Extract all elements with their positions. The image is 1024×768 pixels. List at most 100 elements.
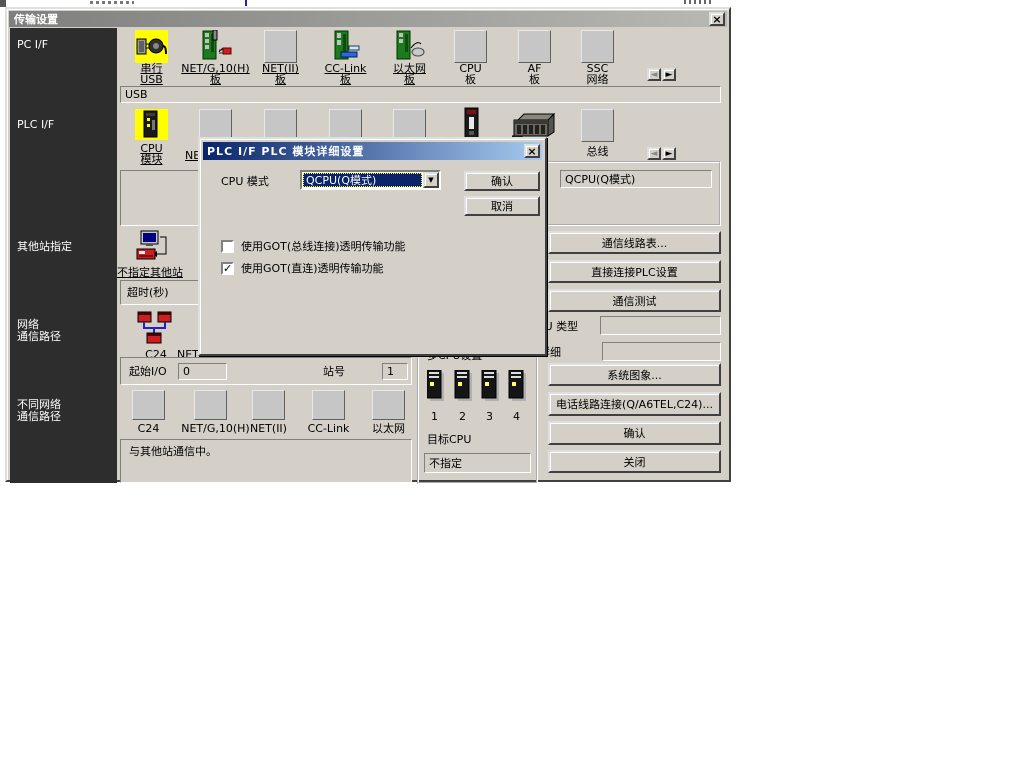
multicpu-towers-glyph bbox=[427, 370, 531, 406]
netg10h-board-icon[interactable] bbox=[199, 30, 232, 63]
screen-artifact bbox=[684, 0, 712, 4]
diff-route-ethernet-label: 以太网 bbox=[352, 423, 425, 434]
got-direct-transparent-label: 使用GOT(直连)透明传输功能 bbox=[241, 263, 383, 274]
ethernet-board-glyph bbox=[393, 30, 426, 63]
network-route-c24-glyph bbox=[136, 310, 176, 346]
station-number-field[interactable]: 1 bbox=[382, 363, 408, 380]
target-cpu-label: 目标CPU bbox=[427, 434, 471, 445]
window-titlebar[interactable]: 传输设置 bbox=[9, 11, 727, 27]
plc-if-scroll-left-icon[interactable]: ◄ bbox=[647, 147, 661, 160]
system-image-button[interactable]: 系统图象... bbox=[548, 363, 721, 386]
transfer-setup-window: 传输设置 × PC I/F PLC I/F 其他站指定 网络 通信路径 不同网络… bbox=[5, 7, 731, 482]
cpu-mode-selected-value: QCPU(Q模式) bbox=[303, 173, 422, 187]
sidebar-label-plc-if: PLC I/F bbox=[17, 118, 54, 131]
dialog-title: PLC I/F PLC 模块详细设置 bbox=[207, 143, 364, 159]
io-station-panel: 起始I/O 0 站号 1 bbox=[120, 357, 412, 385]
got-bus-transparent-label: 使用GOT(总线连接)透明传输功能 bbox=[241, 241, 405, 252]
multicpu-groupbox: 多CPU设置 1 2 3 4 目标CPU 不指定 bbox=[417, 354, 538, 484]
status-panel: 与其他站通信中。 bbox=[120, 439, 412, 483]
sidebar-label-network-route-2: 通信路径 bbox=[17, 330, 61, 343]
serial-usb-label[interactable]: 串行 USB bbox=[115, 63, 188, 85]
close-icon[interactable]: × bbox=[709, 12, 725, 26]
direct-plc-setting-button[interactable]: 直接连接PLC设置 bbox=[548, 260, 721, 283]
no-other-station-link[interactable]: 不指定其他站 bbox=[117, 267, 183, 278]
serial-usb-icon[interactable] bbox=[135, 30, 168, 63]
close-button[interactable]: 关闭 bbox=[548, 450, 721, 473]
sidebar: PC I/F PLC I/F 其他站指定 网络 通信路径 不同网络 通信路径 bbox=[10, 28, 117, 483]
plc-if-detail-dialog: PLC I/F PLC 模块详细设置 × CPU 模式 QCPU(Q模式) ▼ … bbox=[198, 137, 547, 356]
netii-board-label[interactable]: NET(II) 板 bbox=[244, 63, 317, 85]
got-bus-transparent-checkbox[interactable] bbox=[221, 240, 234, 253]
comm-test-button[interactable]: 通信测试 bbox=[548, 289, 721, 312]
screen-artifact bbox=[0, 0, 6, 7]
screen-artifact bbox=[245, 0, 247, 6]
detail-value-field bbox=[602, 342, 721, 361]
cpu-board-label[interactable]: CPU 板 bbox=[434, 63, 507, 85]
plc-netii-module-icon[interactable] bbox=[264, 109, 297, 140]
screen-artifact bbox=[90, 1, 134, 4]
got-direct-transparent-checkbox[interactable]: ✓ bbox=[221, 262, 234, 275]
diff-route-netii-icon[interactable] bbox=[252, 390, 285, 420]
plc-ethernet-module-icon[interactable] bbox=[393, 109, 426, 140]
diff-route-netg10h-icon[interactable] bbox=[194, 390, 227, 420]
serial-usb-glyph bbox=[135, 30, 168, 63]
plc-net-label-fragment: NE bbox=[185, 150, 198, 161]
start-io-field[interactable]: 0 bbox=[178, 363, 227, 380]
cpu-mode-select[interactable]: QCPU(Q模式) ▼ bbox=[300, 170, 441, 190]
phone-line-connect-button[interactable]: 电话线路连接(Q/A6TEL,C24)... bbox=[548, 392, 721, 416]
start-io-label: 起始I/O bbox=[129, 366, 167, 377]
network-route-c24-icon[interactable] bbox=[136, 310, 176, 346]
sidebar-label-other-station: 其他站指定 bbox=[17, 240, 72, 253]
bus-icon[interactable] bbox=[581, 109, 614, 142]
multicpu-num-1[interactable]: 1 bbox=[431, 411, 438, 422]
no-other-station-glyph bbox=[135, 230, 173, 264]
c24-module-glyph bbox=[456, 107, 486, 141]
diff-route-ethernet-icon[interactable] bbox=[372, 390, 405, 420]
cclink-board-icon[interactable] bbox=[329, 30, 362, 63]
cpu-type-value-field bbox=[600, 316, 721, 335]
dialog-titlebar[interactable]: PLC I/F PLC 模块详细设置 bbox=[203, 142, 542, 160]
multicpu-num-4[interactable]: 4 bbox=[513, 411, 520, 422]
ssc-network-icon[interactable] bbox=[581, 30, 614, 63]
pc-if-scroll-left-icon[interactable]: ◄ bbox=[647, 68, 661, 81]
multicpu-num-3[interactable]: 3 bbox=[486, 411, 493, 422]
netii-board-icon[interactable] bbox=[264, 30, 297, 63]
status-message: 与其他站通信中。 bbox=[129, 446, 217, 457]
dialog-close-icon[interactable]: × bbox=[524, 144, 540, 158]
no-other-station-icon[interactable] bbox=[135, 230, 173, 264]
plc-type-groupbox: QCPU(Q模式) bbox=[545, 161, 721, 226]
cpu-board-icon[interactable] bbox=[454, 30, 487, 63]
cpu-module-label[interactable]: CPU 模块 bbox=[115, 143, 188, 165]
chevron-down-icon[interactable]: ▼ bbox=[423, 172, 439, 188]
plc-cclink-module-icon[interactable] bbox=[329, 109, 362, 140]
diff-route-c24-icon[interactable] bbox=[132, 390, 165, 420]
ethernet-board-icon[interactable] bbox=[393, 30, 426, 63]
pc-if-scroll-right-icon[interactable]: ► bbox=[662, 68, 676, 81]
confirm-button[interactable]: 确认 bbox=[548, 421, 721, 445]
af-board-icon[interactable] bbox=[518, 30, 551, 63]
netg10h-board-label[interactable]: NET/G,10(H) 板 bbox=[179, 63, 252, 85]
cclink-board-label[interactable]: CC-Link 板 bbox=[309, 63, 382, 85]
c24-module-icon[interactable] bbox=[456, 107, 486, 141]
comm-line-table-button[interactable]: 通信线路表... bbox=[548, 231, 721, 254]
dialog-ok-button[interactable]: 确认 bbox=[464, 171, 540, 191]
cpu-module-glyph bbox=[135, 109, 168, 140]
plc-netg10h-module-icon[interactable] bbox=[199, 109, 232, 140]
multicpu-num-2[interactable]: 2 bbox=[459, 411, 466, 422]
sidebar-label-diff-route-2: 通信路径 bbox=[17, 410, 61, 423]
target-cpu-field: 不指定 bbox=[424, 453, 531, 473]
dialog-cancel-button[interactable]: 取消 bbox=[464, 196, 540, 216]
plc-if-scroll-right-icon[interactable]: ► bbox=[662, 147, 676, 160]
diff-route-cclink-icon[interactable] bbox=[312, 390, 345, 420]
bus-label[interactable]: 总线 bbox=[561, 146, 634, 157]
ssc-network-label[interactable]: SSC 网络 bbox=[561, 63, 634, 85]
cpu-module-icon[interactable] bbox=[135, 109, 168, 140]
pc-if-interface-field: USB bbox=[120, 86, 721, 103]
sidebar-label-pc-if: PC I/F bbox=[17, 38, 48, 51]
cpu-mode-label: CPU 模式 bbox=[221, 176, 269, 187]
timeout-label: 超时(秒) bbox=[127, 287, 169, 298]
netg10h-board-glyph bbox=[199, 30, 232, 63]
station-number-label: 站号 bbox=[323, 366, 345, 377]
cclink-board-glyph bbox=[329, 30, 362, 63]
plc-type-field: QCPU(Q模式) bbox=[560, 170, 712, 188]
